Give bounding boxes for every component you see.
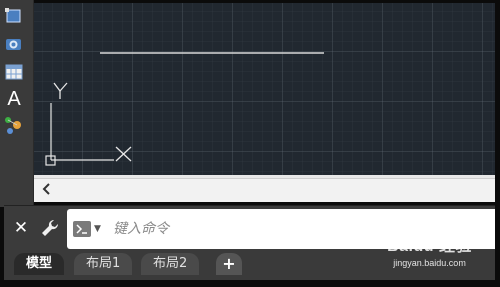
close-icon[interactable]: ✕ — [12, 218, 30, 238]
scroll-left-icon[interactable] — [38, 182, 56, 200]
text-tool-label: A — [7, 87, 21, 110]
ucs-x-glyph — [115, 146, 132, 162]
camera-icon[interactable] — [4, 34, 24, 54]
rectangle-select-icon[interactable] — [4, 6, 24, 26]
horizontal-scrollbar[interactable] — [34, 178, 495, 202]
ucs-y-glyph — [53, 82, 68, 99]
chevron-down-icon[interactable]: ▼ — [94, 221, 101, 237]
add-layout-button[interactable]: + — [216, 253, 242, 275]
table-icon[interactable] — [4, 62, 24, 82]
baidu-watermark: Baidu 经验 jingyan.baidu.com — [387, 232, 472, 268]
command-prompt-icon[interactable] — [73, 221, 91, 237]
watermark-main: Baidu 经验 — [387, 238, 472, 255]
tab-layout1[interactable]: 布局1 — [74, 253, 133, 275]
watermark-sub: jingyan.baidu.com — [393, 258, 466, 268]
tab-model[interactable]: 模型 — [14, 253, 65, 275]
tab-layout2[interactable]: 布局2 — [141, 253, 200, 275]
text-icon[interactable]: A — [4, 87, 24, 110]
canvas-drawing — [45, 52, 324, 166]
block-icon[interactable] — [4, 116, 24, 136]
autocad-window: A ✕ ▼ 键入命令 模型 布局1 布局2 + Baidu 经验 jingyan… — [0, 0, 500, 287]
wrench-icon[interactable] — [40, 218, 60, 238]
left-toolbar: A — [0, 0, 34, 207]
drawing-canvas[interactable] — [34, 3, 495, 175]
